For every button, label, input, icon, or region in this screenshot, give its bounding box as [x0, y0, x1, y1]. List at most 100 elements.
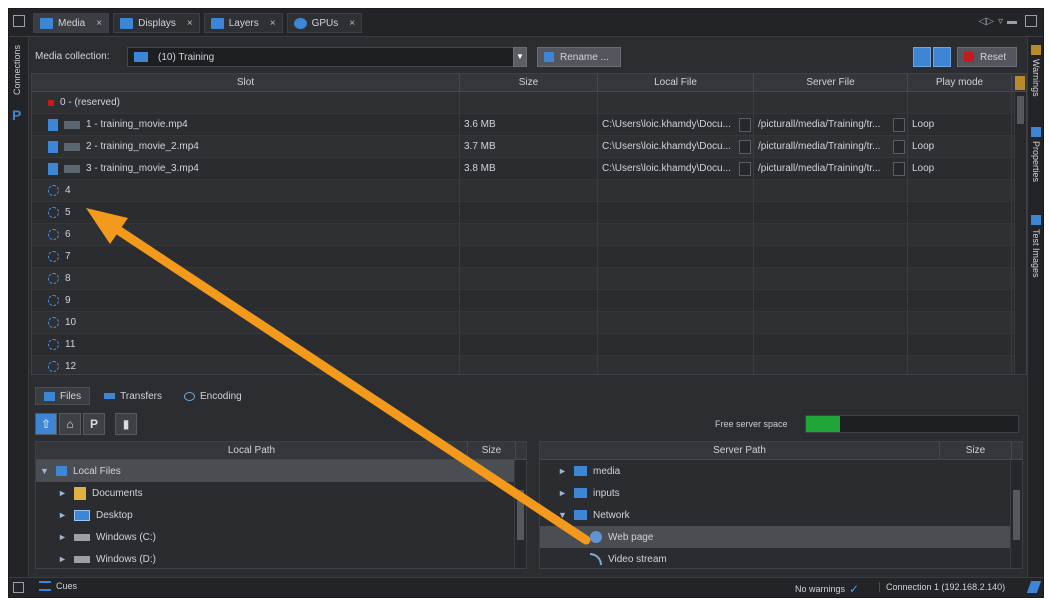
tree-item-web-page[interactable]: Web page — [540, 526, 1022, 548]
table-row[interactable]: 6 — [32, 224, 1026, 246]
test-images-panel-tab[interactable]: Test Images — [1029, 215, 1043, 278]
expand-icon[interactable]: ► — [58, 532, 68, 542]
table-row[interactable]: 11 — [32, 334, 1026, 356]
cell-play-mode[interactable] — [908, 312, 1012, 333]
cell-slot[interactable]: 9 — [32, 290, 460, 311]
cell-play-mode[interactable] — [908, 202, 1012, 223]
cell-local-file[interactable] — [598, 290, 754, 311]
column-size[interactable]: Size — [468, 442, 516, 459]
tree-item-network[interactable]: ▼ Network — [540, 504, 1022, 526]
expand-icon[interactable]: ► — [58, 488, 68, 498]
table-scrollbar[interactable] — [1014, 92, 1026, 374]
cell-slot[interactable]: 6 — [32, 224, 460, 245]
scrollbar-thumb[interactable] — [1017, 96, 1024, 124]
cell-local-file[interactable] — [598, 224, 754, 245]
tab-gpus[interactable]: GPUs × — [286, 13, 363, 33]
cell-play-mode[interactable] — [908, 180, 1012, 201]
cell-play-mode[interactable] — [908, 334, 1012, 355]
column-server-path[interactable]: Server Path — [540, 442, 940, 459]
table-row[interactable]: 5 — [32, 202, 1026, 224]
cell-server-file[interactable] — [754, 356, 908, 374]
column-play-mode[interactable]: Play mode — [908, 74, 1012, 91]
home-icon[interactable]: ⌂ — [59, 413, 81, 435]
cell-slot[interactable]: 11 — [32, 334, 460, 355]
connections-label[interactable]: Connections — [12, 45, 22, 95]
cell-local-file[interactable]: C:\Users\loic.khamdy\Docu... — [598, 158, 754, 179]
tab-encoding[interactable]: Encoding — [176, 387, 250, 405]
cell-play-mode[interactable]: Loop — [908, 136, 1012, 157]
cell-server-file[interactable] — [754, 202, 908, 223]
tab-transfers[interactable]: Transfers — [96, 387, 170, 405]
table-row[interactable]: 1 - training_movie.mp4 3.6 MB C:\Users\loi… — [32, 114, 1026, 136]
expand-icon[interactable]: ► — [58, 510, 68, 520]
column-local-file[interactable]: Local File — [598, 74, 754, 91]
tab-media[interactable]: Media × — [33, 13, 110, 33]
tab-files[interactable]: Files — [35, 387, 91, 405]
window-icon[interactable] — [13, 15, 25, 27]
tree-item-inputs[interactable]: ► inputs — [540, 482, 1022, 504]
cell-slot[interactable]: 7 — [32, 246, 460, 267]
browse-local-button[interactable] — [739, 161, 751, 176]
browse-local-button[interactable] — [739, 139, 751, 154]
cell-server-file[interactable] — [754, 290, 908, 311]
cell-play-mode[interactable] — [908, 246, 1012, 267]
expand-icon[interactable]: ► — [558, 466, 568, 476]
column-local-path[interactable]: Local Path — [36, 442, 468, 459]
column-size[interactable]: Size — [940, 442, 1012, 459]
tab-layers[interactable]: Layers × — [203, 13, 283, 33]
trash-icon[interactable]: ▮ — [115, 413, 137, 435]
cell-server-file[interactable] — [754, 92, 908, 113]
plug-icon[interactable] — [1026, 581, 1042, 593]
cell-slot[interactable]: 1 - training_movie.mp4 — [32, 114, 460, 135]
tree-item-windows-d[interactable]: ► Windows (D:) — [36, 548, 526, 568]
cell-server-file[interactable]: /picturall/media/Training/tr... — [754, 136, 908, 157]
cell-server-file[interactable] — [754, 224, 908, 245]
cell-local-file[interactable] — [598, 334, 754, 355]
column-config-icon[interactable] — [1015, 76, 1025, 90]
cell-slot[interactable]: 2 - training_movie_2.mp4 — [32, 136, 460, 157]
cell-slot[interactable]: 3 - training_movie_3.mp4 — [32, 158, 460, 179]
column-server-file[interactable]: Server File — [754, 74, 908, 91]
cell-server-file[interactable] — [754, 246, 908, 267]
menu-icon[interactable]: ▿ — [998, 16, 1003, 27]
cell-play-mode[interactable] — [908, 290, 1012, 311]
cell-slot[interactable]: 10 — [32, 312, 460, 333]
tree-item-desktop[interactable]: ► Desktop — [36, 504, 526, 526]
table-row[interactable]: 0 - (reserved) — [32, 92, 1026, 114]
chevron-down-icon[interactable]: ▼ — [513, 47, 527, 67]
cell-play-mode[interactable] — [908, 92, 1012, 113]
table-row[interactable]: 2 - training_movie_2.mp4 3.7 MB C:\Users\l… — [32, 136, 1026, 158]
cell-server-file[interactable] — [754, 334, 908, 355]
tree-item-documents[interactable]: ► Documents — [36, 482, 526, 504]
cell-slot[interactable]: 0 - (reserved) — [32, 92, 460, 113]
table-row[interactable]: 3 - training_movie_3.mp4 3.8 MB C:\Users\l… — [32, 158, 1026, 180]
cell-server-file[interactable] — [754, 312, 908, 333]
upload-icon[interactable]: ⇧ — [35, 413, 57, 435]
reset-button[interactable]: Reset — [957, 47, 1017, 67]
cell-play-mode[interactable] — [908, 224, 1012, 245]
cell-local-file[interactable]: C:\Users\loic.khamdy\Docu... — [598, 114, 754, 135]
browse-local-button[interactable] — [739, 117, 751, 132]
cell-local-file[interactable] — [598, 312, 754, 333]
connections-sidebar[interactable]: Connections P — [9, 37, 29, 577]
cell-local-file[interactable] — [598, 180, 754, 201]
warnings-panel-tab[interactable]: Warnings — [1029, 45, 1043, 97]
cell-play-mode[interactable]: Loop — [908, 114, 1012, 135]
list-view-button[interactable] — [933, 47, 951, 67]
local-pane-scrollbar[interactable] — [514, 460, 526, 568]
expand-icon[interactable]: ► — [58, 554, 68, 564]
float-window-icon[interactable] — [1025, 15, 1037, 27]
browse-server-button[interactable] — [893, 161, 905, 176]
cell-slot[interactable]: 4 — [32, 180, 460, 201]
cell-play-mode[interactable] — [908, 268, 1012, 289]
server-pane-scrollbar[interactable] — [1010, 460, 1022, 568]
scrollbar-thumb[interactable] — [1013, 490, 1020, 540]
minimize-icon[interactable]: ▬ — [1007, 16, 1017, 27]
picturall-icon[interactable]: P — [83, 413, 105, 435]
tree-item-windows-c[interactable]: ► Windows (C:) — [36, 526, 526, 548]
navigate-icon[interactable]: ◁▷ — [979, 16, 994, 27]
cell-local-file[interactable] — [598, 356, 754, 374]
cell-local-file[interactable]: C:\Users\loic.khamdy\Docu... — [598, 136, 754, 157]
cell-local-file[interactable] — [598, 202, 754, 223]
browse-server-button[interactable] — [893, 139, 905, 154]
